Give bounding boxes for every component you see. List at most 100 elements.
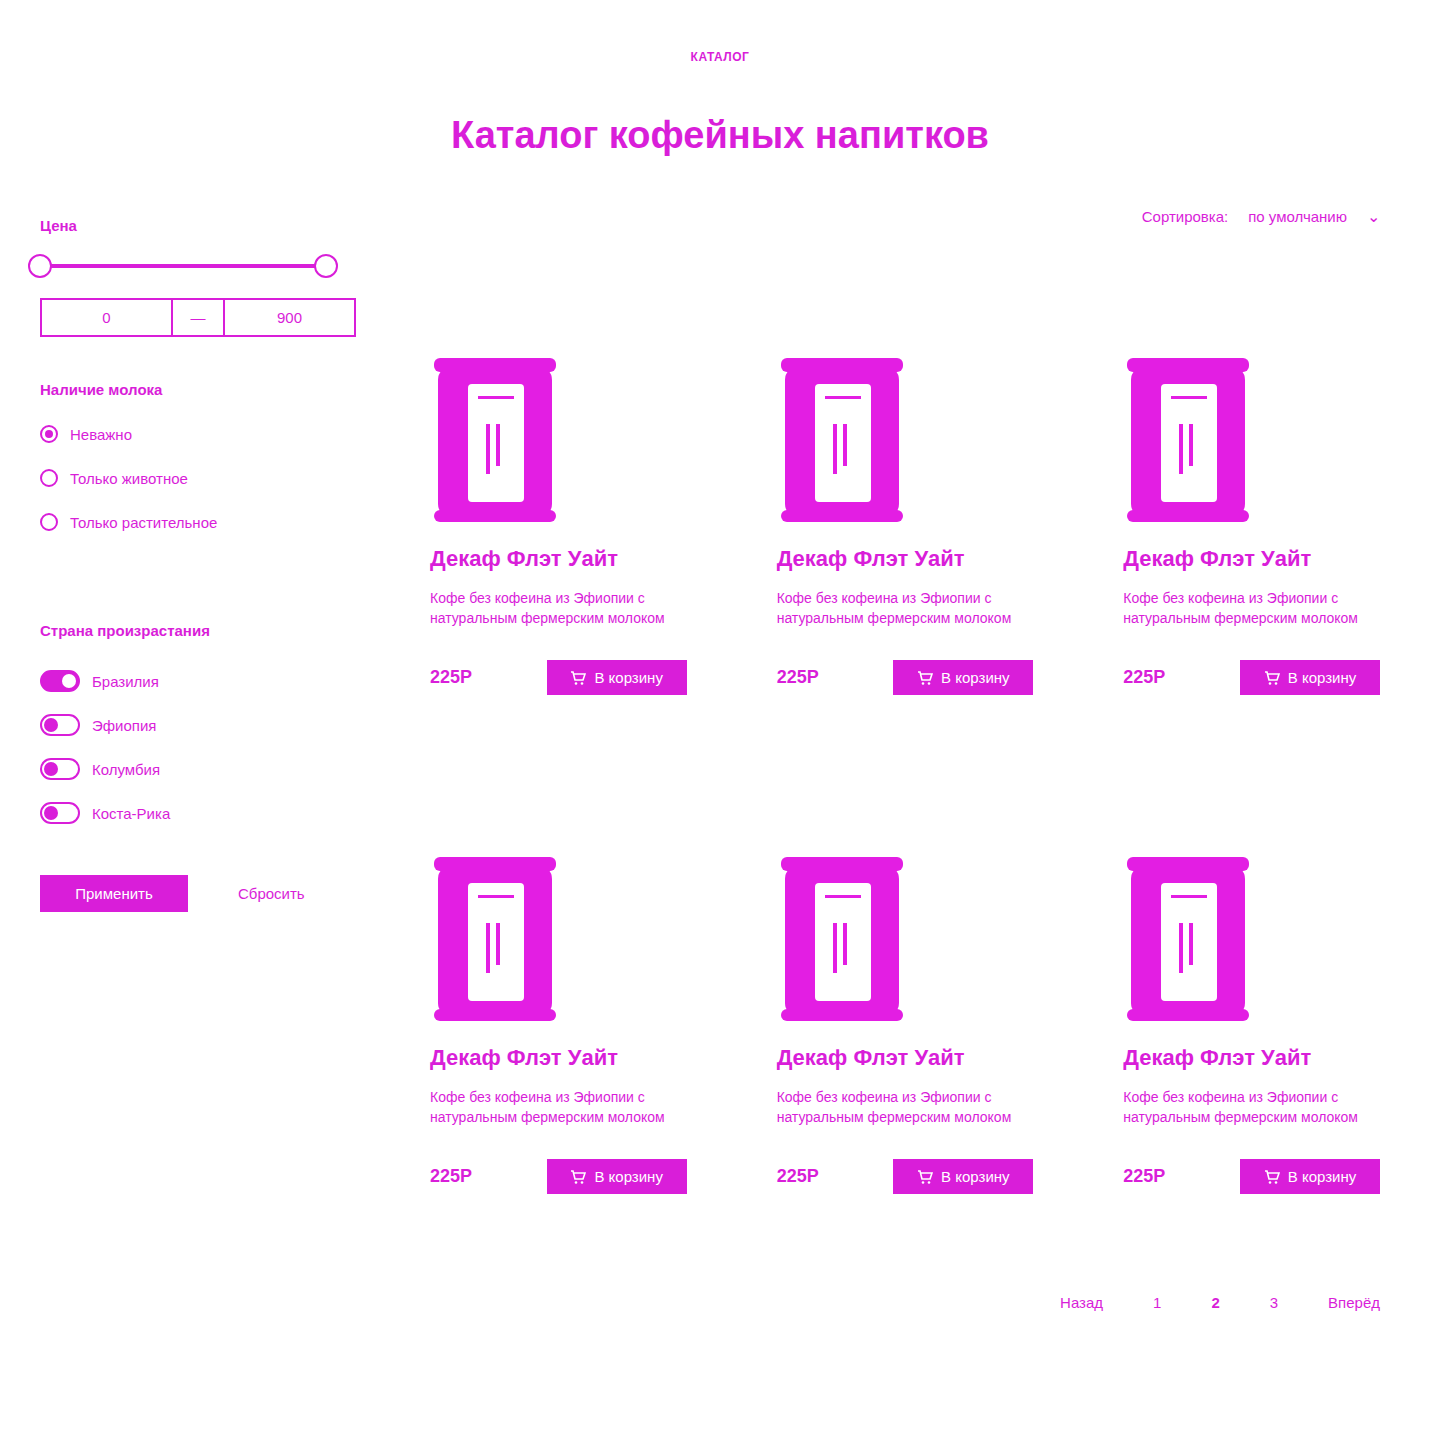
radio-button[interactable] [40,513,58,531]
page-header: КАТАЛОГ Каталог кофейных напитков [40,50,1400,157]
add-to-cart-button[interactable]: В корзину [1240,1159,1380,1194]
product-price: 225Р [430,1166,472,1187]
product-image [777,226,1034,546]
catalog-page: КАТАЛОГ Каталог кофейных напитков Цена 0… [0,0,1440,1448]
price-max-input[interactable]: 900 [223,298,356,337]
sort-value[interactable]: по умолчанию [1248,208,1347,225]
product-description: Кофе без кофеина из Эфиопии с натуральны… [777,1087,1034,1147]
product-description: Кофе без кофеина из Эфиопии с натуральны… [430,1087,687,1147]
toggle-knob [44,806,58,820]
country-label: Эфиопия [92,717,156,734]
prev-page[interactable]: Назад [1060,1294,1103,1311]
product-price: 225Р [430,667,472,688]
sort-control[interactable]: Сортировка: по умолчанию ⌄ [380,207,1400,226]
product-name[interactable]: Декаф Флэт Уайт [777,1045,1034,1071]
apply-button[interactable]: Применить [40,875,188,912]
product-name[interactable]: Декаф Флэт Уайт [777,546,1034,572]
product-card[interactable]: Декаф Флэт Уайт Кофе без кофеина из Эфио… [727,226,1054,695]
milk-title: Наличие молока [40,381,360,398]
cart-icon [570,670,586,686]
product-name[interactable]: Декаф Флэт Уайт [1123,546,1380,572]
price-separator: — [173,298,223,337]
country-title: Страна произрастания [40,622,360,639]
slider-min-knob[interactable] [28,254,52,278]
product-price: 225Р [1123,1166,1165,1187]
price-min-input[interactable]: 0 [40,298,173,337]
page-number[interactable]: 2 [1211,1294,1219,1311]
can-icon [1123,853,1253,1025]
milk-option-label: Неважно [70,426,132,443]
product-description: Кофе без кофеина из Эфиопии с натуральны… [430,588,687,648]
product-card[interactable]: Декаф Флэт Уайт Кофе без кофеина из Эфио… [727,725,1054,1194]
toggle-switch[interactable] [40,802,80,824]
can-icon [430,853,560,1025]
radio-button[interactable] [40,469,58,487]
product-image [430,725,687,1045]
country-option[interactable]: Коста-Рика [40,791,360,835]
product-card[interactable]: Декаф Флэт Уайт Кофе без кофеина из Эфио… [380,725,707,1194]
toggle-switch[interactable] [40,714,80,736]
price-row: 225Р В корзину [777,1159,1034,1194]
add-to-cart-button[interactable]: В корзину [893,660,1033,695]
can-icon [777,354,907,526]
pagination: Назад 1 2 3 Вперёд [380,1294,1400,1311]
slider-max-knob[interactable] [314,254,338,278]
country-option[interactable]: Эфиопия [40,703,360,747]
product-price: 225Р [777,667,819,688]
toggle-knob [44,762,58,776]
country-label: Колумбия [92,761,160,778]
product-card[interactable]: Декаф Флэт Уайт Кофе без кофеина из Эфио… [380,226,707,695]
product-price: 225Р [1123,667,1165,688]
milk-option[interactable]: Только животное [40,456,360,500]
product-description: Кофе без кофеина из Эфиопии с натуральны… [1123,1087,1380,1147]
product-name[interactable]: Декаф Флэт Уайт [430,1045,687,1071]
country-option[interactable]: Колумбия [40,747,360,791]
catalog-body: Цена 0 — 900 Наличие молока Неважно Толь… [40,177,1400,1311]
toggle-switch[interactable] [40,670,80,692]
country-option[interactable]: Бразилия [40,659,360,703]
add-to-cart-button[interactable]: В корзину [893,1159,1033,1194]
product-card[interactable]: Декаф Флэт Уайт Кофе без кофеина из Эфио… [1073,226,1400,695]
product-name[interactable]: Декаф Флэт Уайт [1123,1045,1380,1071]
price-row: 225Р В корзину [430,1159,687,1194]
product-price: 225Р [777,1166,819,1187]
price-row: 225Р В корзину [1123,660,1380,695]
product-card[interactable]: Декаф Флэт Уайт Кофе без кофеина из Эфио… [1073,725,1400,1194]
sort-label: Сортировка: [1142,208,1229,225]
radio-button[interactable] [40,425,58,443]
toggle-knob [62,674,76,688]
toggle-switch[interactable] [40,758,80,780]
cart-icon [1264,1169,1280,1185]
reset-button[interactable]: Сбросить [238,875,305,912]
price-slider[interactable] [40,254,326,278]
page-number[interactable]: 3 [1270,1294,1278,1311]
breadcrumb[interactable]: КАТАЛОГ [40,50,1400,64]
can-icon [777,853,907,1025]
price-row: 225Р В корзину [777,660,1034,695]
product-image [1123,725,1380,1045]
country-label: Коста-Рика [92,805,170,822]
product-name[interactable]: Декаф Флэт Уайт [430,546,687,572]
price-inputs: 0 — 900 [40,298,356,337]
add-to-cart-button[interactable]: В корзину [547,1159,687,1194]
add-to-cart-button[interactable]: В корзину [1240,660,1380,695]
product-grid: Декаф Флэт Уайт Кофе без кофеина из Эфио… [380,226,1400,1194]
cart-icon [570,1169,586,1185]
price-row: 225Р В корзину [1123,1159,1380,1194]
milk-option[interactable]: Неважно [40,412,360,456]
add-to-cart-button[interactable]: В корзину [547,660,687,695]
page-number[interactable]: 1 [1153,1294,1161,1311]
milk-option-label: Только животное [70,470,188,487]
cart-icon [1264,670,1280,686]
milk-option[interactable]: Только растительное [40,500,360,544]
country-label: Бразилия [92,673,159,690]
page-title: Каталог кофейных напитков [40,114,1400,157]
can-icon [430,354,560,526]
toggle-knob [44,718,58,732]
next-page[interactable]: Вперёд [1328,1294,1380,1311]
can-icon [1123,354,1253,526]
product-area: Сортировка: по умолчанию ⌄ Декаф Флэт Уа… [380,177,1400,1311]
product-image [777,725,1034,1045]
product-image [1123,226,1380,546]
product-description: Кофе без кофеина из Эфиопии с натуральны… [1123,588,1380,648]
